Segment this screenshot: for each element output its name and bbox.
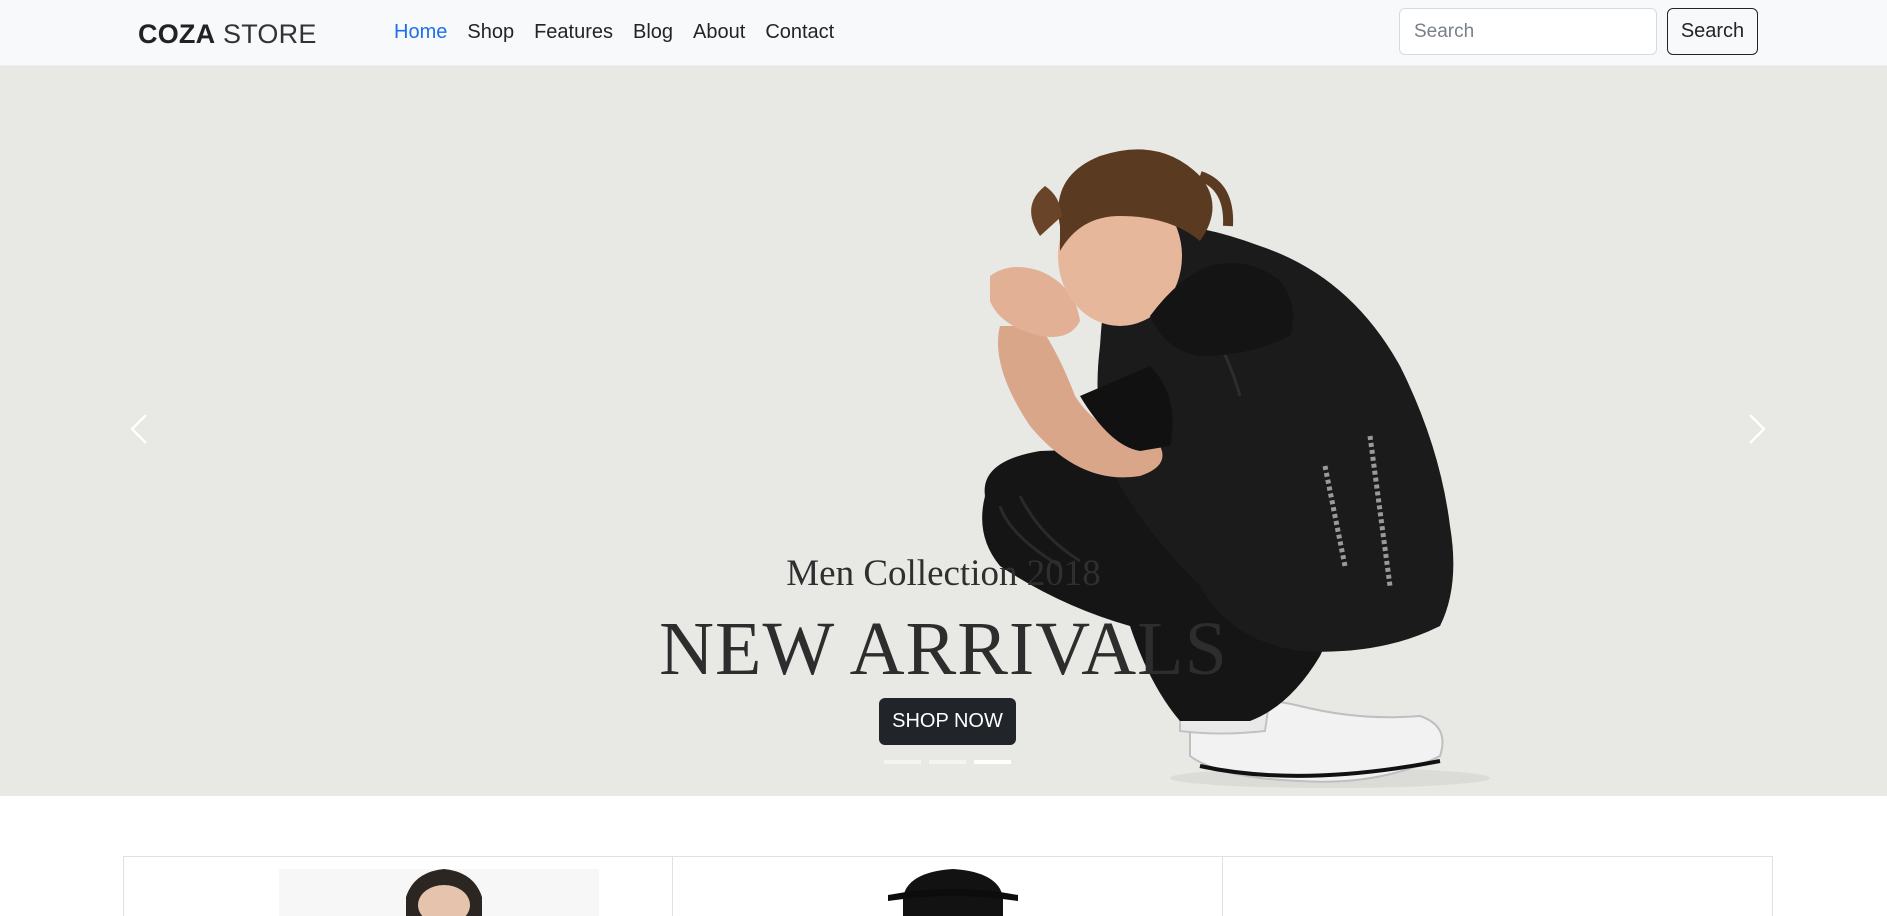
nav-link-features[interactable]: Features (534, 19, 613, 45)
product-image (888, 869, 1018, 916)
product-card[interactable] (673, 856, 1223, 916)
chevron-left-icon (130, 414, 147, 444)
nav-link-blog[interactable]: Blog (633, 19, 673, 45)
nav-link-contact[interactable]: Contact (765, 19, 834, 45)
brand-logo[interactable]: COZA STORE (138, 19, 317, 49)
nav-links: Home Shop Features Blog About Contact (394, 19, 834, 45)
carousel-indicator-1[interactable] (884, 760, 921, 764)
hero-title: NEW ARRIVALS (659, 607, 1228, 691)
top-navbar: COZA STORE Home Shop Features Blog About… (0, 0, 1887, 66)
carousel-indicator-2[interactable] (929, 760, 966, 764)
nav-link-shop[interactable]: Shop (467, 19, 514, 45)
shop-now-button[interactable]: SHOP NOW (879, 698, 1016, 745)
search-input[interactable] (1399, 8, 1657, 55)
nav-link-about[interactable]: About (693, 19, 745, 45)
chevron-right-icon (1749, 414, 1766, 444)
search-button[interactable]: Search (1667, 8, 1758, 55)
product-card[interactable] (123, 856, 673, 916)
brand-logo-light: STORE (223, 19, 317, 49)
carousel-next-button[interactable] (1730, 399, 1778, 459)
carousel-indicator-3[interactable] (974, 760, 1011, 764)
product-image (279, 869, 599, 916)
hero-subtitle: Men Collection 2018 (786, 553, 1101, 594)
brand-logo-bold: COZA (138, 19, 216, 49)
carousel-prev-button[interactable] (118, 399, 166, 459)
hero-carousel: Men Collection 2018 NEW ARRIVALS SHOP NO… (0, 66, 1887, 796)
product-card[interactable] (1223, 856, 1773, 916)
carousel-indicators (884, 760, 1011, 764)
nav-link-home[interactable]: Home (394, 19, 447, 45)
product-cards (123, 856, 1773, 916)
